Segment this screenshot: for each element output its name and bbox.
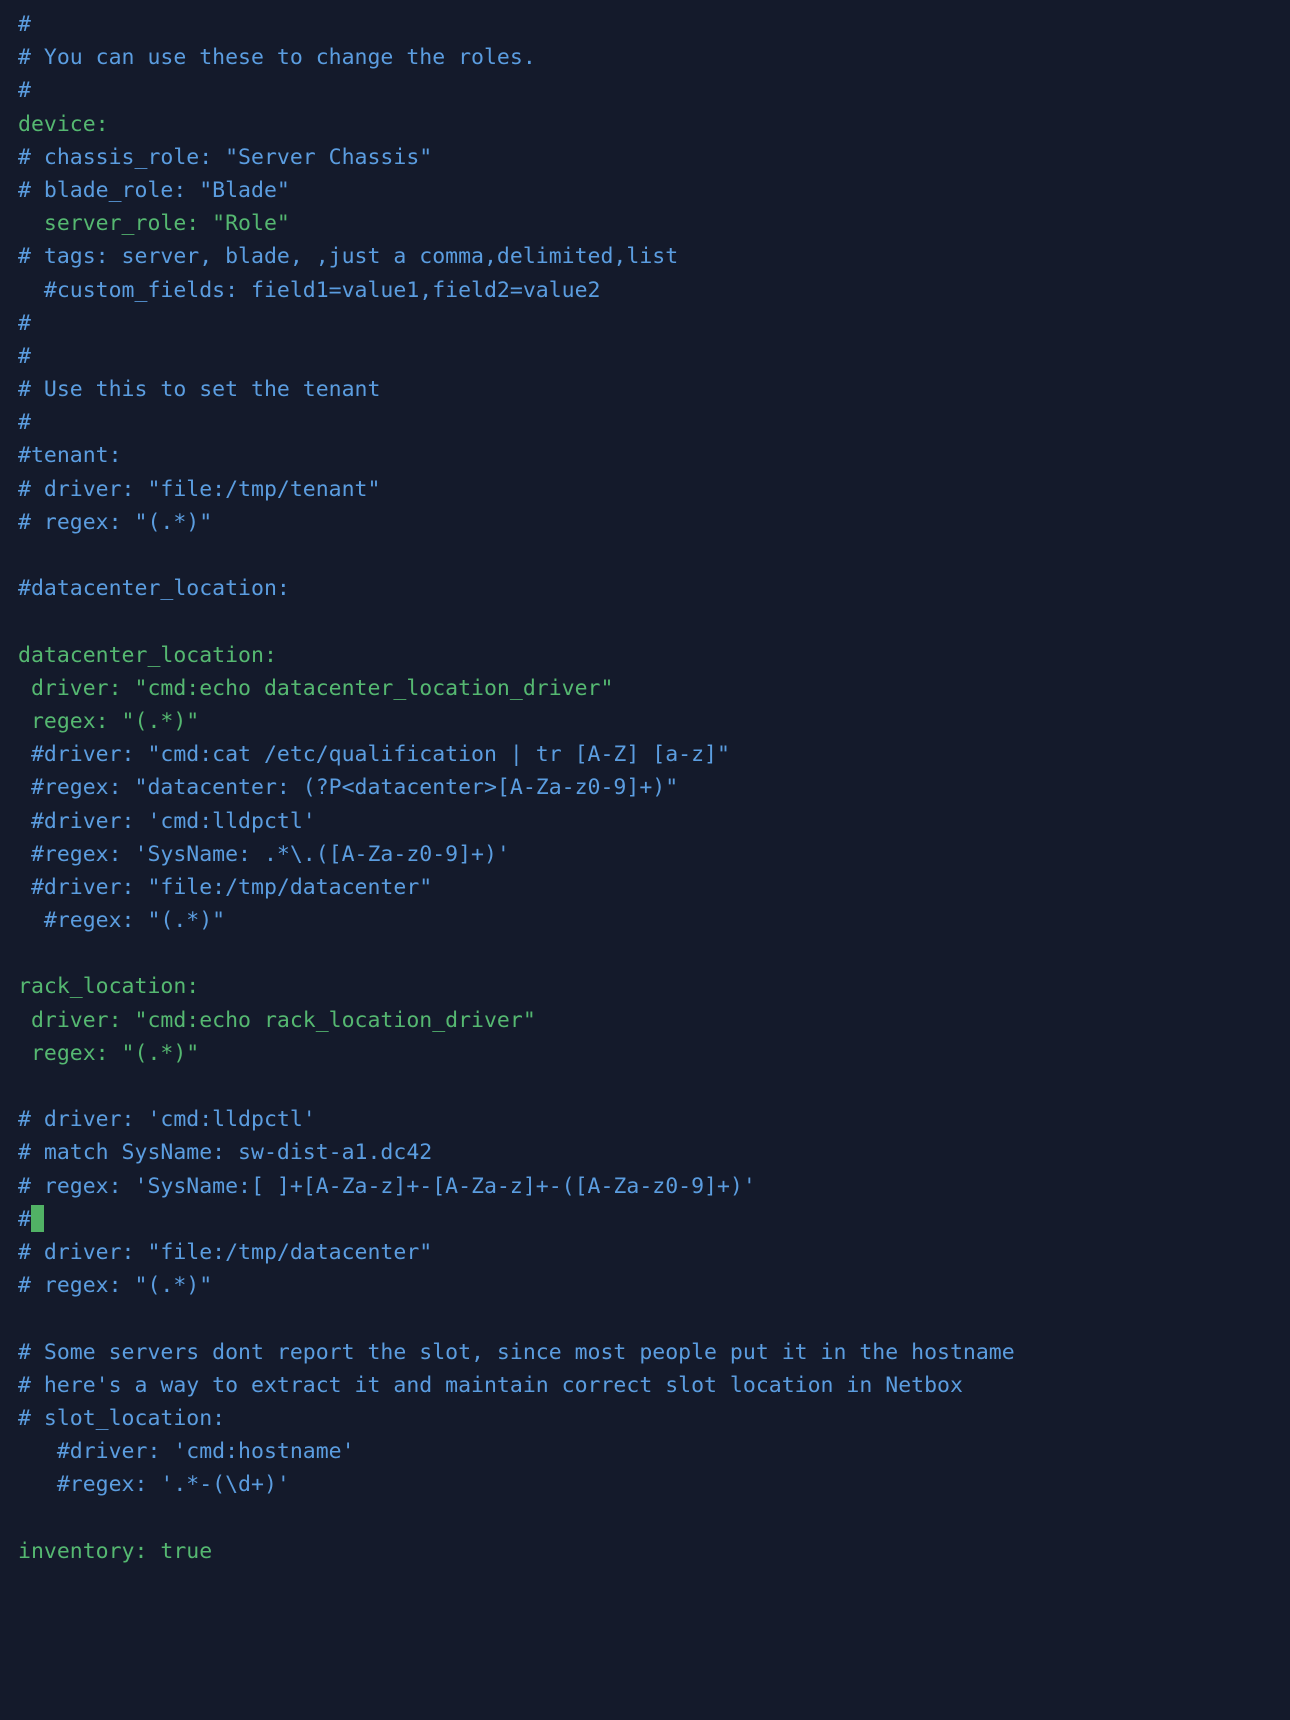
code-line[interactable] bbox=[18, 605, 1290, 638]
code-line-text: # bbox=[18, 343, 31, 369]
code-line[interactable]: regex: "(.*)" bbox=[18, 705, 1290, 738]
code-line[interactable]: #datacenter_location: bbox=[18, 572, 1290, 605]
code-line-text: # driver: "file:/tmp/datacenter" bbox=[18, 1239, 433, 1265]
code-line-text: # tags: server, blade, ,just a comma,del… bbox=[18, 244, 679, 270]
code-line-text: # bbox=[18, 12, 31, 37]
code-line-text: #regex: "datacenter: (?P<datacenter>[A-Z… bbox=[18, 775, 679, 801]
code-line-text: driver: "cmd:echo rack_location_driver" bbox=[18, 1007, 536, 1033]
code-line-text: # Use this to set the tenant bbox=[18, 377, 381, 403]
code-line[interactable] bbox=[18, 1070, 1290, 1103]
code-line[interactable]: # blade_role: "Blade" bbox=[18, 174, 1290, 207]
code-line-text: #regex: '.*-(\d+)' bbox=[18, 1472, 290, 1498]
code-line[interactable]: #regex: "datacenter: (?P<datacenter>[A-Z… bbox=[18, 771, 1290, 804]
code-editor-window[interactable]: # # You can use these to change the roles… bbox=[0, 0, 1290, 1720]
code-line[interactable]: inventory: true bbox=[18, 1535, 1290, 1568]
code-line[interactable]: driver: "cmd:echo rack_location_driver" bbox=[18, 1004, 1290, 1037]
code-line-text: # bbox=[18, 310, 31, 336]
code-line[interactable]: #driver: 'cmd:hostname' bbox=[18, 1435, 1290, 1468]
code-line[interactable] bbox=[18, 539, 1290, 572]
code-line[interactable]: # driver: 'cmd:lldpctl' bbox=[18, 1103, 1290, 1136]
code-line-text: #datacenter_location: bbox=[18, 576, 290, 602]
code-line[interactable] bbox=[18, 1302, 1290, 1335]
code-line[interactable]: #tenant: bbox=[18, 439, 1290, 472]
code-line-text: #regex: "(.*)" bbox=[18, 908, 226, 934]
code-line[interactable]: # Some servers dont report the slot, sin… bbox=[18, 1336, 1290, 1369]
code-line[interactable]: # regex: "(.*)" bbox=[18, 1269, 1290, 1302]
code-line[interactable]: #driver: 'cmd:lldpctl' bbox=[18, 805, 1290, 838]
code-line-text: # regex: "(.*)" bbox=[18, 509, 213, 535]
code-line-text: datacenter_location: bbox=[18, 642, 277, 668]
code-line-text: #custom_fields: field1=value1,field2=val… bbox=[18, 277, 601, 303]
code-line-text: server_role: "Role" bbox=[18, 211, 290, 237]
code-line[interactable]: #regex: 'SysName: .*\.([A-Za-z0-9]+)' bbox=[18, 838, 1290, 871]
code-line[interactable]: # bbox=[18, 74, 1290, 107]
code-line-text: # driver: "file:/tmp/tenant" bbox=[18, 476, 381, 502]
code-line[interactable]: # bbox=[18, 406, 1290, 439]
code-line-text: # regex: "(.*)" bbox=[18, 1273, 213, 1299]
code-line-text: inventory: true bbox=[18, 1538, 213, 1564]
code-line[interactable]: # here's a way to extract it and maintai… bbox=[18, 1369, 1290, 1402]
code-line[interactable]: # regex: 'SysName:[ ]+[A-Za-z]+-[A-Za-z]… bbox=[18, 1170, 1290, 1203]
code-line[interactable]: rack_location: bbox=[18, 970, 1290, 1003]
code-line[interactable]: # tags: server, blade, ,just a comma,del… bbox=[18, 240, 1290, 273]
code-line[interactable]: server_role: "Role" bbox=[18, 207, 1290, 240]
code-line-text: # You can use these to change the roles. bbox=[18, 45, 536, 71]
code-line[interactable]: # You can use these to change the roles. bbox=[18, 41, 1290, 74]
code-line-text: #driver: "cmd:cat /etc/qualification | t… bbox=[18, 742, 730, 768]
code-line[interactable]: # bbox=[18, 1203, 1290, 1236]
code-line-text: # regex: 'SysName:[ ]+[A-Za-z]+-[A-Za-z]… bbox=[18, 1173, 756, 1199]
code-line-text: #driver: 'cmd:hostname' bbox=[18, 1439, 355, 1465]
code-line-text: # bbox=[18, 410, 31, 436]
code-line-text: # blade_role: "Blade" bbox=[18, 177, 290, 203]
code-line[interactable]: driver: "cmd:echo datacenter_location_dr… bbox=[18, 672, 1290, 705]
code-line-text: # Some servers dont report the slot, sin… bbox=[18, 1339, 1015, 1365]
code-line[interactable]: #driver: "cmd:cat /etc/qualification | t… bbox=[18, 738, 1290, 771]
code-line-text: # driver: 'cmd:lldpctl' bbox=[18, 1107, 316, 1133]
code-line[interactable]: # bbox=[18, 307, 1290, 340]
code-text-area[interactable]: # # You can use these to change the roles… bbox=[18, 8, 1290, 1568]
code-line[interactable]: #driver: "file:/tmp/datacenter" bbox=[18, 871, 1290, 904]
code-line-text: #regex: 'SysName: .*\.([A-Za-z0-9]+)' bbox=[18, 841, 510, 867]
code-line[interactable]: # driver: "file:/tmp/datacenter" bbox=[18, 1236, 1290, 1269]
code-line-text: device: bbox=[18, 111, 109, 137]
code-line[interactable]: # driver: "file:/tmp/tenant" bbox=[18, 473, 1290, 506]
code-line[interactable]: # match SysName: sw-dist-a1.dc42 bbox=[18, 1136, 1290, 1169]
code-line-text: #driver: "file:/tmp/datacenter" bbox=[18, 874, 433, 900]
code-line-text: # bbox=[18, 78, 31, 104]
code-line[interactable]: #regex: "(.*)" bbox=[18, 904, 1290, 937]
code-line-text: driver: "cmd:echo datacenter_location_dr… bbox=[18, 675, 614, 701]
code-line[interactable]: #custom_fields: field1=value1,field2=val… bbox=[18, 274, 1290, 307]
code-line-text: rack_location: bbox=[18, 974, 200, 1000]
code-line-text: # chassis_role: "Server Chassis" bbox=[18, 144, 433, 170]
code-line[interactable]: # bbox=[18, 340, 1290, 373]
code-line[interactable]: regex: "(.*)" bbox=[18, 1037, 1290, 1070]
code-line[interactable]: # slot_location: bbox=[18, 1402, 1290, 1435]
code-line[interactable] bbox=[18, 1501, 1290, 1534]
text-cursor bbox=[30, 1204, 44, 1232]
code-line-text: # here's a way to extract it and maintai… bbox=[18, 1372, 963, 1398]
code-line-text: regex: "(.*)" bbox=[18, 708, 200, 734]
code-line[interactable]: # regex: "(.*)" bbox=[18, 506, 1290, 539]
code-line-text: #driver: 'cmd:lldpctl' bbox=[18, 808, 316, 834]
code-line[interactable] bbox=[18, 937, 1290, 970]
code-line-text: #tenant: bbox=[18, 443, 122, 469]
code-line[interactable]: #regex: '.*-(\d+)' bbox=[18, 1468, 1290, 1501]
code-line[interactable]: # Use this to set the tenant bbox=[18, 373, 1290, 406]
code-line[interactable]: device: bbox=[18, 108, 1290, 141]
code-line-text: # bbox=[18, 1206, 31, 1232]
code-line-text: # match SysName: sw-dist-a1.dc42 bbox=[18, 1140, 433, 1166]
code-line-text: regex: "(.*)" bbox=[18, 1040, 200, 1066]
code-line-text: # slot_location: bbox=[18, 1405, 226, 1431]
code-line[interactable]: # bbox=[18, 8, 1290, 41]
code-line[interactable]: # chassis_role: "Server Chassis" bbox=[18, 141, 1290, 174]
code-line[interactable]: datacenter_location: bbox=[18, 639, 1290, 672]
